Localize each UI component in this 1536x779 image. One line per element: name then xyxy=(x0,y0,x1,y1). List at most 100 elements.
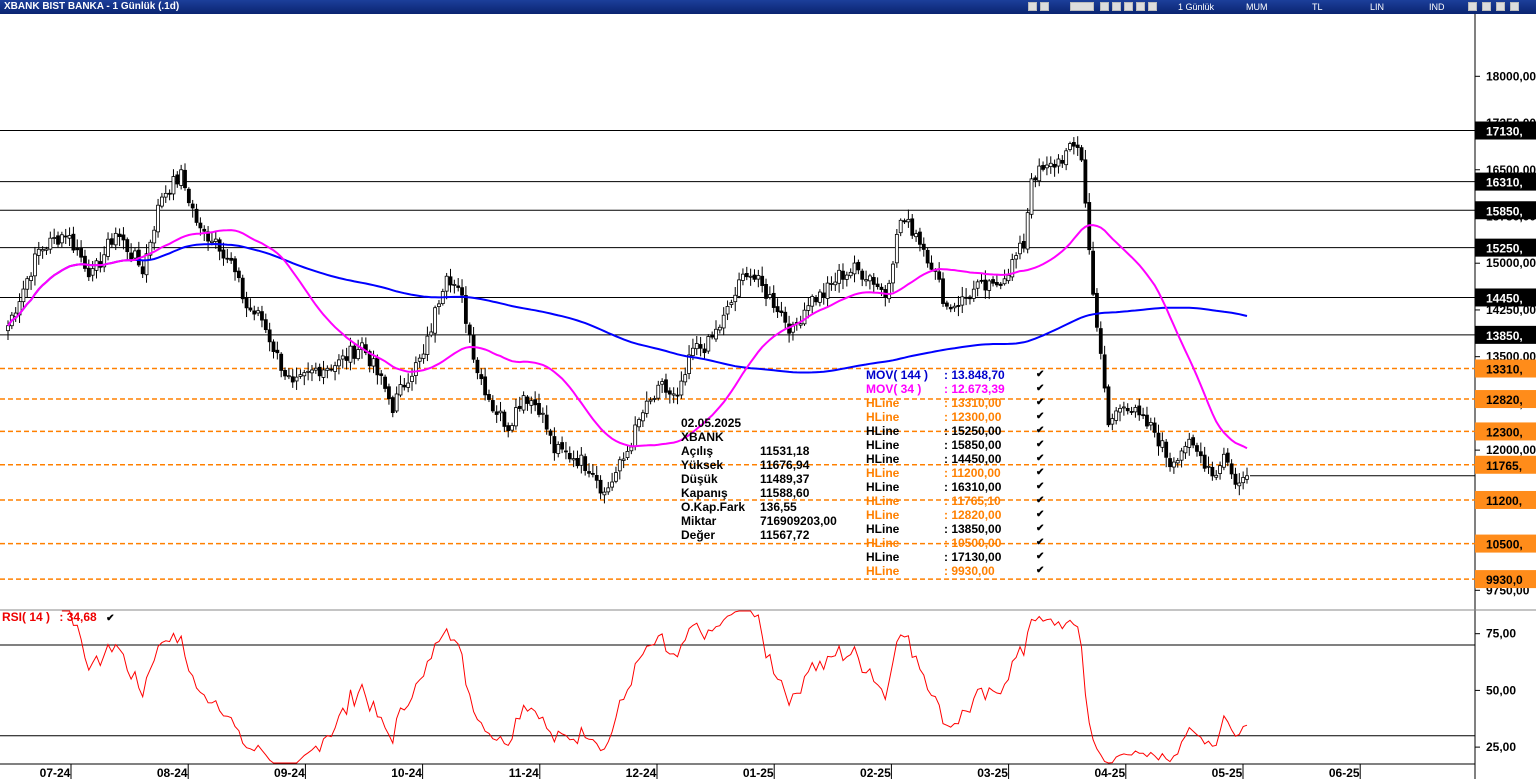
candle-body xyxy=(425,335,430,355)
candle-body xyxy=(429,331,434,336)
legend-value: : 12300,00 xyxy=(944,410,1002,424)
candle-body xyxy=(994,281,999,286)
candle-body xyxy=(144,253,149,276)
candle-body xyxy=(433,307,438,334)
candle-body xyxy=(756,275,761,280)
candle-body xyxy=(521,395,526,411)
candle-body xyxy=(210,240,214,243)
indicator-button[interactable]: IND xyxy=(1429,0,1445,14)
candle-body xyxy=(533,399,538,406)
toolbar-icon[interactable] xyxy=(1070,2,1094,11)
check-icon[interactable]: ✔ xyxy=(1036,382,1044,396)
candle-body xyxy=(267,329,272,343)
candle-body xyxy=(475,359,480,374)
candle-body xyxy=(764,284,768,299)
period-button[interactable]: 1 Günlük xyxy=(1178,0,1214,14)
candle-body xyxy=(887,282,892,300)
hline-label: 12820, xyxy=(1486,393,1523,407)
candle-body xyxy=(960,296,965,306)
chart-style-button[interactable]: MUM xyxy=(1246,0,1268,14)
scale-button[interactable]: LIN xyxy=(1370,0,1384,14)
candle-body xyxy=(1125,407,1130,412)
candle-body xyxy=(487,394,491,400)
candle-body xyxy=(860,270,865,280)
info-row-label: Yüksek xyxy=(681,458,724,472)
chart-canvas[interactable]: 18000,0017250,0016500,0015750,0015000,00… xyxy=(0,14,1536,779)
candle-body xyxy=(1056,158,1061,167)
price-tick-label: 15000,00 xyxy=(1486,256,1536,270)
toolbar-icon[interactable] xyxy=(1112,2,1121,11)
check-icon[interactable]: ✔ xyxy=(1036,550,1044,564)
candle-body xyxy=(552,436,557,454)
candle-body xyxy=(1091,250,1095,295)
check-icon[interactable]: ✔ xyxy=(1036,466,1044,480)
settings-icon[interactable] xyxy=(1468,2,1477,11)
check-icon[interactable]: ✔ xyxy=(1036,396,1044,410)
candle-body xyxy=(494,411,499,415)
maximize-icon[interactable] xyxy=(1496,2,1505,11)
hline-label: 17130, xyxy=(1486,125,1523,139)
info-row-label: Düşük xyxy=(681,472,718,486)
toolbar-icon[interactable] xyxy=(1040,2,1049,11)
candle-body xyxy=(1106,386,1111,426)
candle-body xyxy=(217,239,222,252)
candle-body xyxy=(298,374,303,377)
close-icon[interactable] xyxy=(1510,2,1519,11)
legend-value: : 17130,00 xyxy=(944,550,1002,564)
toolbar-icon[interactable] xyxy=(1136,2,1145,11)
candle-body xyxy=(983,279,988,291)
candle-body xyxy=(1071,142,1076,147)
check-icon[interactable]: ✔ xyxy=(1036,424,1044,438)
candle-body xyxy=(275,349,280,354)
candle-body xyxy=(968,296,972,300)
candle-body xyxy=(163,192,168,198)
minimize-icon[interactable] xyxy=(1482,2,1491,11)
candle-body xyxy=(1118,407,1122,413)
candle-body xyxy=(1210,466,1215,477)
candle-body xyxy=(44,248,49,251)
check-icon[interactable]: ✔ xyxy=(1036,480,1044,494)
rsi-name: RSI( 14 ) xyxy=(2,610,51,624)
candle-body xyxy=(741,273,745,281)
candle-body xyxy=(333,365,337,372)
candle-body xyxy=(540,412,545,415)
candle-body xyxy=(556,444,561,454)
candle-body xyxy=(194,208,199,223)
candle-body xyxy=(567,452,572,460)
toolbar-icon[interactable] xyxy=(1028,2,1037,11)
candle-body xyxy=(63,235,68,238)
candle-body xyxy=(221,249,226,259)
check-icon[interactable]: ✔ xyxy=(1036,410,1044,424)
check-icon[interactable]: ✔ xyxy=(1036,438,1044,452)
toolbar-icon[interactable] xyxy=(1124,2,1133,11)
check-icon[interactable]: ✔ xyxy=(106,613,114,624)
candle-body xyxy=(25,278,30,290)
toolbar-icon[interactable] xyxy=(1148,2,1157,11)
toolbar-icon[interactable] xyxy=(1100,2,1109,11)
candle-body xyxy=(717,326,722,331)
candle-body xyxy=(656,384,661,399)
candle-body xyxy=(1025,212,1030,250)
candle-body xyxy=(691,347,695,356)
candle-body xyxy=(937,271,942,280)
candle-body xyxy=(375,357,380,376)
legend-name: HLine xyxy=(866,438,900,452)
candle-body xyxy=(625,450,630,458)
currency-button[interactable]: TL xyxy=(1312,0,1323,14)
candle-body xyxy=(640,412,645,422)
check-icon[interactable]: ✔ xyxy=(1036,564,1044,578)
check-icon[interactable]: ✔ xyxy=(1036,536,1044,550)
candle-body xyxy=(413,362,418,376)
check-icon[interactable]: ✔ xyxy=(1036,522,1044,536)
candle-body xyxy=(725,306,730,315)
candle-body xyxy=(344,356,349,361)
candle-body xyxy=(748,275,753,278)
check-icon[interactable]: ✔ xyxy=(1036,452,1044,466)
check-icon[interactable]: ✔ xyxy=(1036,508,1044,522)
candle-body xyxy=(479,374,484,380)
candle-body xyxy=(514,407,518,427)
candle-body xyxy=(313,367,318,371)
candle-body xyxy=(67,235,72,239)
check-icon[interactable]: ✔ xyxy=(1036,368,1044,382)
check-icon[interactable]: ✔ xyxy=(1036,494,1044,508)
